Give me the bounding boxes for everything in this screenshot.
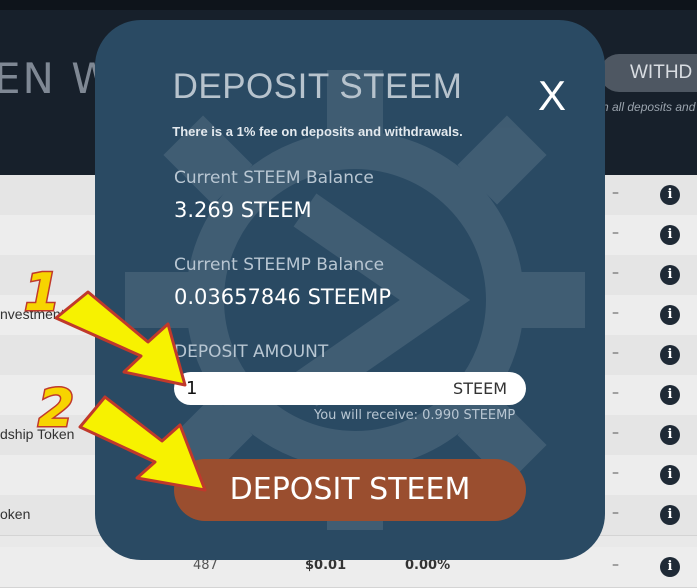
value-dash: – <box>612 557 619 573</box>
steem-balance-label: Current STEEM Balance <box>174 168 374 188</box>
info-icon[interactable]: i <box>660 465 680 485</box>
value-dash: – <box>612 225 619 241</box>
info-icon[interactable]: i <box>660 505 680 525</box>
steem-balance-value: 3.269 STEEM <box>174 198 312 222</box>
token-change: 0.00% <box>405 558 451 573</box>
info-icon[interactable]: i <box>660 305 680 325</box>
token-name: oken <box>0 506 31 522</box>
token-supply: 487 <box>193 558 218 573</box>
steemp-balance-value: 0.03657846 STEEMP <box>174 285 392 309</box>
withdraw-tab[interactable]: WITHD <box>600 54 697 92</box>
info-icon[interactable]: i <box>660 225 680 245</box>
value-dash: – <box>612 425 619 441</box>
value-dash: – <box>612 385 619 401</box>
value-dash: – <box>612 265 619 281</box>
value-dash: – <box>612 345 619 361</box>
header-note: n all deposits and <box>602 100 696 114</box>
info-icon[interactable]: i <box>660 185 680 205</box>
value-dash: – <box>612 505 619 521</box>
info-icon[interactable]: i <box>660 557 680 577</box>
value-dash: – <box>612 305 619 321</box>
deposit-modal: DEPOSIT STEEM X There is a 1% fee on dep… <box>95 20 605 560</box>
top-strip <box>0 0 697 10</box>
info-icon[interactable]: i <box>660 345 680 365</box>
info-icon[interactable]: i <box>660 385 680 405</box>
receive-note: You will receive: 0.990 STEEMP <box>314 408 516 423</box>
modal-title: DEPOSIT STEEM <box>172 67 463 106</box>
value-dash: – <box>612 185 619 201</box>
steemp-balance-label: Current STEEMP Balance <box>174 255 385 275</box>
value-dash: – <box>612 465 619 481</box>
amount-unit: STEEM <box>453 379 507 398</box>
token-price: $0.01 <box>305 558 347 573</box>
token-name: nvestments <box>0 306 72 322</box>
deposit-button[interactable]: DEPOSIT STEEM <box>174 459 526 521</box>
token-name: dship Token <box>0 426 75 442</box>
deposit-amount-label: DEPOSIT AMOUNT <box>174 342 329 362</box>
fee-note: There is a 1% fee on deposits and withdr… <box>172 124 463 139</box>
info-icon[interactable]: i <box>660 265 680 285</box>
deposit-amount-field[interactable]: STEEM <box>174 372 526 405</box>
deposit-amount-input[interactable] <box>186 372 386 405</box>
close-button[interactable]: X <box>532 75 572 117</box>
info-icon[interactable]: i <box>660 425 680 445</box>
